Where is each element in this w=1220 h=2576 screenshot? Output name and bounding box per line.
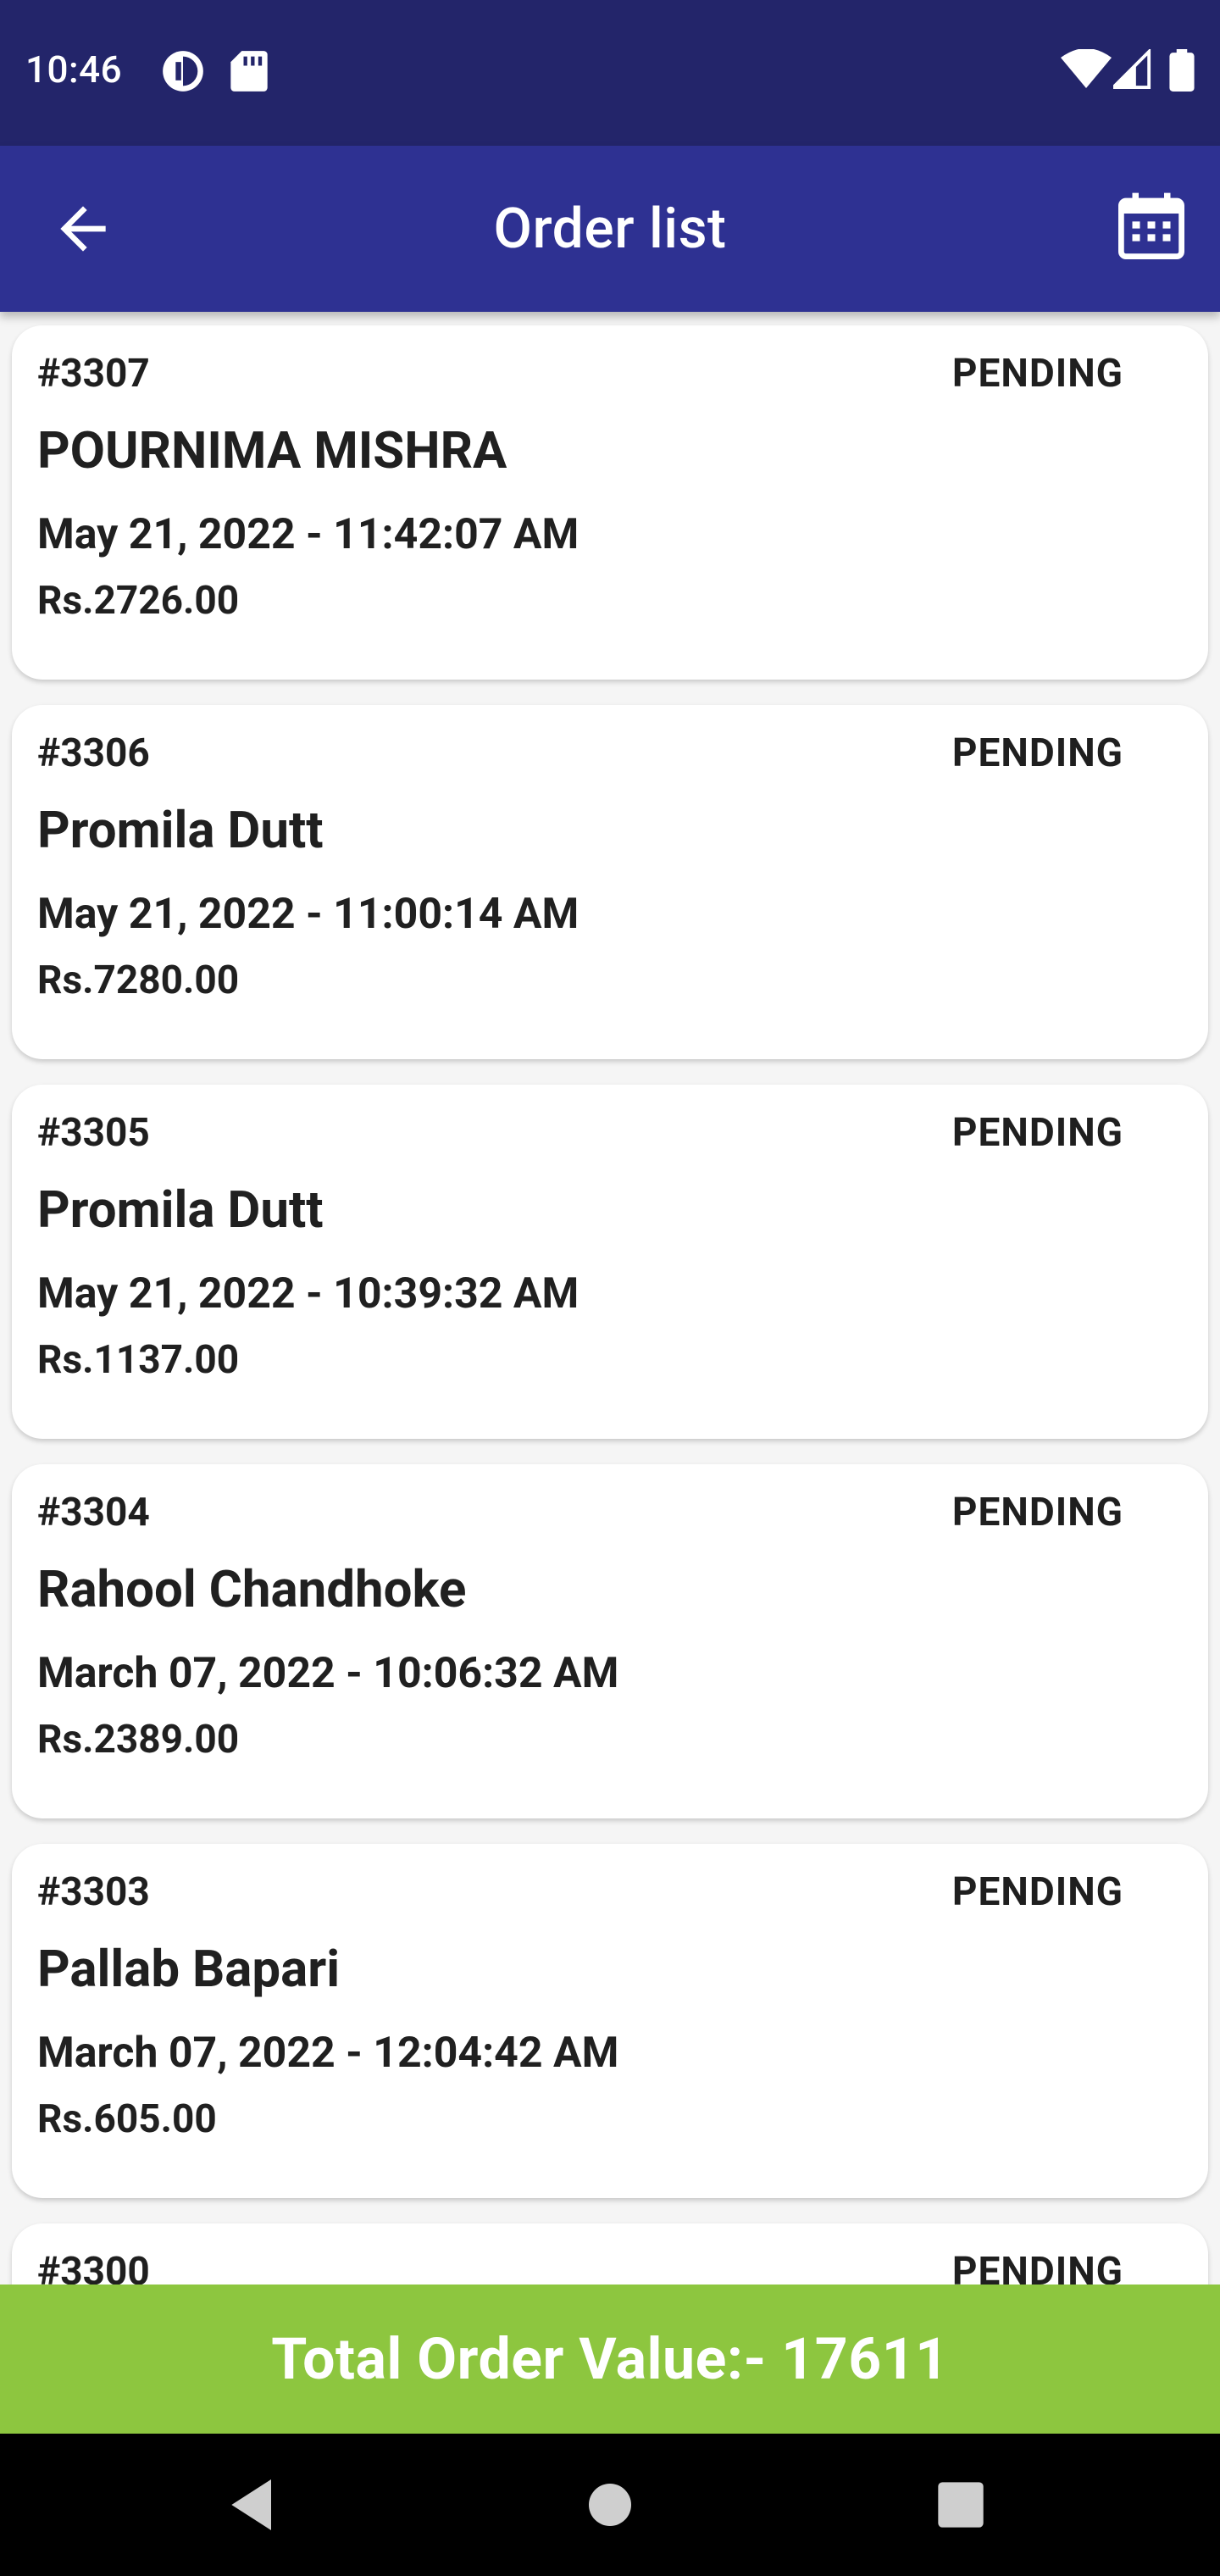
order-datetime: March 07, 2022 - 10:06:32 AM <box>37 1649 619 1698</box>
navigation-bar <box>0 2434 1220 2576</box>
order-customer: Promila Dutt <box>37 1180 324 1240</box>
order-card[interactable]: #3307 PENDING POURNIMA MISHRA May 21, 20… <box>12 325 1208 680</box>
order-status: PENDING <box>951 1110 1123 1156</box>
order-list[interactable]: #3307 PENDING POURNIMA MISHRA May 21, 20… <box>0 312 1220 2285</box>
order-id: #3303 <box>37 1869 150 1915</box>
order-status: PENDING <box>951 1490 1123 1535</box>
order-datetime: March 07, 2022 - 12:04:42 AM <box>37 2029 619 2078</box>
order-status: PENDING <box>951 2249 1123 2285</box>
order-amount: Rs.2726.00 <box>37 578 240 624</box>
nav-home-button[interactable] <box>576 2471 644 2539</box>
order-customer: POURNIMA MISHRA <box>37 420 507 480</box>
nav-home-icon <box>589 2484 631 2526</box>
order-id: #3305 <box>37 1110 150 1156</box>
order-datetime: May 21, 2022 - 11:42:07 AM <box>37 510 580 559</box>
battery-icon <box>1169 49 1195 92</box>
order-status: PENDING <box>951 730 1123 776</box>
order-status: PENDING <box>951 1869 1123 1915</box>
nav-back-icon <box>231 2479 271 2530</box>
order-amount: Rs.7280.00 <box>37 958 240 1003</box>
cell-signal-icon <box>1113 49 1151 89</box>
order-amount: Rs.605.00 <box>37 2096 217 2142</box>
app-bar: Order list <box>0 146 1220 312</box>
order-card[interactable]: #3303 PENDING Pallab Bapari March 07, 20… <box>12 1844 1208 2198</box>
total-order-value: Total Order Value:- 17611 <box>0 2285 1220 2434</box>
order-id: #3307 <box>37 351 150 397</box>
order-amount: Rs.1137.00 <box>37 1337 240 1383</box>
order-id: #3304 <box>37 1490 150 1535</box>
nav-recents-icon <box>938 2482 984 2528</box>
order-customer: Rahool Chandhoke <box>37 1559 467 1619</box>
order-id: #3300 <box>37 2249 150 2285</box>
order-id: #3306 <box>37 730 150 776</box>
order-card[interactable]: #3306 PENDING Promila Dutt May 21, 2022 … <box>12 705 1208 1059</box>
order-card[interactable]: #3300 PENDING <box>12 2223 1208 2285</box>
wifi-icon <box>1061 49 1112 88</box>
calendar-icon <box>1118 192 1184 259</box>
order-amount: Rs.2389.00 <box>37 1717 240 1763</box>
order-card[interactable]: #3304 PENDING Rahool Chandhoke March 07,… <box>12 1464 1208 1818</box>
status-bar: 10:46 <box>0 0 1220 146</box>
order-card[interactable]: #3305 PENDING Promila Dutt May 21, 2022 … <box>12 1085 1208 1439</box>
screen: 10:46 Order list #3307 PENDING POURNIMA … <box>0 0 1220 2576</box>
status-time: 10:46 <box>25 47 123 92</box>
order-status: PENDING <box>951 351 1123 397</box>
data-saver-icon <box>163 51 203 92</box>
page-title: Order list <box>493 196 727 262</box>
order-customer: Pallab Bapari <box>37 1939 341 1999</box>
nav-back-button[interactable] <box>220 2471 288 2539</box>
nav-recents-button[interactable] <box>927 2471 995 2539</box>
sd-card-icon <box>230 51 268 92</box>
arrow-back-icon <box>60 206 106 252</box>
back-button[interactable] <box>49 195 117 263</box>
order-datetime: May 21, 2022 - 10:39:32 AM <box>37 1269 580 1319</box>
calendar-button[interactable] <box>1113 188 1190 264</box>
order-datetime: May 21, 2022 - 11:00:14 AM <box>37 890 580 939</box>
order-customer: Promila Dutt <box>37 800 324 860</box>
